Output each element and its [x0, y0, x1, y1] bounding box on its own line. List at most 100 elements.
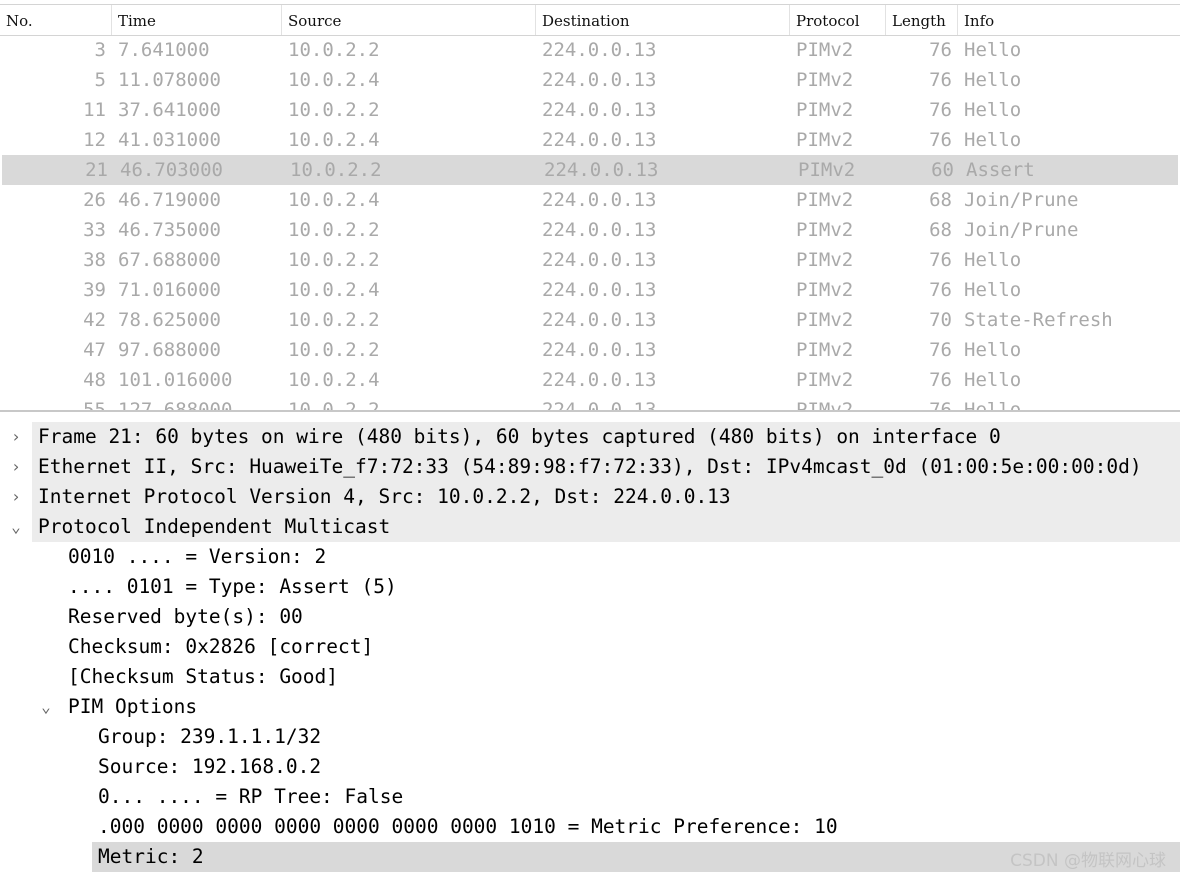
cell-no: 33 — [83, 219, 106, 241]
cell-length: 76 — [929, 39, 952, 61]
cell-info: Hello — [964, 69, 1022, 91]
tree-item-pim-checksum-status[interactable]: [Checksum Status: Good] — [0, 662, 1180, 692]
cell-info: Assert — [966, 159, 1035, 181]
packet-details-pane[interactable]: › Frame 21: 60 bytes on wire (480 bits),… — [0, 422, 1180, 877]
cell-info: Hello — [964, 279, 1022, 301]
packet-list-pane[interactable]: No. Time Source Destination Protocol Len… — [0, 0, 1180, 412]
cell-no: 12 — [83, 129, 106, 151]
column-header-length[interactable]: Length — [886, 5, 958, 35]
tree-item-ethernet[interactable]: › Ethernet II, Src: HuaweiTe_f7:72:33 (5… — [0, 452, 1180, 482]
cell-info: Hello — [964, 39, 1022, 61]
chevron-right-icon[interactable]: › — [8, 452, 24, 482]
column-header-time[interactable]: Time — [112, 5, 282, 35]
tree-item-label: .000 0000 0000 0000 0000 0000 0000 1010 … — [98, 815, 838, 838]
tree-item-frame[interactable]: › Frame 21: 60 bytes on wire (480 bits),… — [0, 422, 1180, 452]
column-header-info[interactable]: Info — [958, 5, 1180, 35]
tree-item-pim-type[interactable]: .... 0101 = Type: Assert (5) — [0, 572, 1180, 602]
cell-protocol: PIMv2 — [796, 339, 854, 361]
cell-protocol: PIMv2 — [796, 309, 854, 331]
cell-protocol: PIMv2 — [796, 39, 854, 61]
cell-length: 76 — [929, 399, 952, 412]
cell-length: 70 — [929, 309, 952, 331]
cell-protocol: PIMv2 — [796, 69, 854, 91]
cell-protocol: PIMv2 — [796, 219, 854, 241]
packet-row[interactable]: 33 46.735000 10.0.2.2 224.0.0.13 PIMv2 68 Join… — [0, 215, 1180, 245]
tree-item-label: Ethernet II, Src: HuaweiTe_f7:72:33 (54:… — [32, 452, 1180, 482]
cell-destination: 224.0.0.13 — [542, 189, 657, 211]
tree-item-option-group[interactable]: Group: 239.1.1.1/32 — [0, 722, 1180, 752]
tree-item-pim-version[interactable]: 0010 .... = Version: 2 — [0, 542, 1180, 572]
cell-source: 10.0.2.2 — [288, 99, 380, 121]
cell-time: 7.641000 — [118, 39, 210, 61]
cell-destination: 224.0.0.13 — [542, 339, 657, 361]
column-header-protocol[interactable]: Protocol — [790, 5, 886, 35]
cell-info: Hello — [964, 369, 1022, 391]
cell-source: 10.0.2.2 — [288, 399, 380, 412]
tree-item-label: Protocol Independent Multicast — [32, 512, 1180, 542]
packet-row[interactable]: 5 11.078000 10.0.2.4 224.0.0.13 PIMv2 76 Hello — [0, 65, 1180, 95]
cell-no: 47 — [83, 339, 106, 361]
tree-item-option-source[interactable]: Source: 192.168.0.2 — [0, 752, 1180, 782]
packet-row[interactable]: 48 101.016000 10.0.2.4 224.0.0.13 PIMv2 76 Hel… — [0, 365, 1180, 395]
chevron-right-icon[interactable]: › — [8, 482, 24, 512]
packet-row[interactable]: 12 41.031000 10.0.2.4 224.0.0.13 PIMv2 76 Hell… — [0, 125, 1180, 155]
packet-row[interactable]: 42 78.625000 10.0.2.2 224.0.0.13 PIMv2 70 Stat… — [0, 305, 1180, 335]
cell-no: 55 — [83, 399, 106, 412]
tree-item-label: Frame 21: 60 bytes on wire (480 bits), 6… — [32, 422, 1180, 452]
cell-length: 76 — [929, 99, 952, 121]
cell-destination: 224.0.0.13 — [542, 399, 657, 412]
chevron-down-icon[interactable]: ⌄ — [8, 512, 24, 542]
cell-destination: 224.0.0.13 — [542, 219, 657, 241]
column-header-source[interactable]: Source — [282, 5, 536, 35]
cell-no: 38 — [83, 249, 106, 271]
tree-item-label: Source: 192.168.0.2 — [98, 755, 322, 778]
packet-list-body: 3 7.641000 10.0.2.2 224.0.0.13 PIMv2 76 Hello 5… — [0, 35, 1180, 412]
packet-row[interactable]: 26 46.719000 10.0.2.4 224.0.0.13 PIMv2 68 Join… — [0, 185, 1180, 215]
chevron-down-icon[interactable]: ⌄ — [38, 692, 54, 722]
tree-item-option-metric[interactable]: Metric: 2 — [0, 842, 1180, 872]
cell-source: 10.0.2.2 — [288, 309, 380, 331]
column-header-destination[interactable]: Destination — [536, 5, 790, 35]
tree-item-option-metric-preference[interactable]: .000 0000 0000 0000 0000 0000 0000 1010 … — [0, 812, 1180, 842]
cell-source: 10.0.2.2 — [290, 159, 382, 181]
cell-time: 46.735000 — [118, 219, 221, 241]
cell-length: 60 — [931, 159, 954, 181]
cell-time: 11.078000 — [118, 69, 221, 91]
cell-time: 97.688000 — [118, 339, 221, 361]
tree-item-label: .... 0101 = Type: Assert (5) — [68, 575, 397, 598]
tree-item-label: Checksum: 0x2826 [correct] — [68, 635, 374, 658]
cell-no: 39 — [83, 279, 106, 301]
tree-item-ip[interactable]: › Internet Protocol Version 4, Src: 10.0… — [0, 482, 1180, 512]
cell-length: 68 — [929, 219, 952, 241]
tree-item-pim[interactable]: ⌄ Protocol Independent Multicast — [0, 512, 1180, 542]
tree-item-option-rp-tree[interactable]: 0... .... = RP Tree: False — [0, 782, 1180, 812]
cell-destination: 224.0.0.13 — [542, 279, 657, 301]
cell-source: 10.0.2.2 — [288, 39, 380, 61]
cell-destination: 224.0.0.13 — [542, 99, 657, 121]
cell-no: 21 — [85, 159, 108, 181]
packet-row-selected[interactable]: 21 46.703000 10.0.2.2 224.0.0.13 PIMv2 60 Asse… — [2, 155, 1178, 185]
tree-item-pim-checksum[interactable]: Checksum: 0x2826 [correct] — [0, 632, 1180, 662]
cell-destination: 224.0.0.13 — [542, 129, 657, 151]
packet-row[interactable]: 47 97.688000 10.0.2.2 224.0.0.13 PIMv2 76 Hell… — [0, 335, 1180, 365]
column-header-no[interactable]: No. — [0, 5, 112, 35]
cell-source: 10.0.2.4 — [288, 279, 380, 301]
tree-item-pim-reserved[interactable]: Reserved byte(s): 00 — [0, 602, 1180, 632]
tree-item-label: PIM Options — [68, 695, 198, 718]
cell-info: Join/Prune — [964, 219, 1079, 241]
chevron-right-icon[interactable]: › — [8, 422, 24, 452]
cell-protocol: PIMv2 — [796, 399, 854, 412]
cell-time: 46.703000 — [120, 159, 223, 181]
tree-item-label: Group: 239.1.1.1/32 — [98, 725, 322, 748]
packet-row[interactable]: 11 37.641000 10.0.2.2 224.0.0.13 PIMv2 76 Hell… — [0, 95, 1180, 125]
cell-source: 10.0.2.4 — [288, 369, 380, 391]
packet-row[interactable]: 55 127.688000 10.0.2.2 224.0.0.13 PIMv2 76 Hel… — [0, 395, 1180, 412]
cell-protocol: PIMv2 — [796, 99, 854, 121]
tree-item-label: [Checksum Status: Good] — [68, 665, 339, 688]
packet-row[interactable]: 3 7.641000 10.0.2.2 224.0.0.13 PIMv2 76 Hello — [0, 35, 1180, 65]
cell-time: 37.641000 — [118, 99, 221, 121]
tree-item-pim-options[interactable]: ⌄ PIM Options — [0, 692, 1180, 722]
packet-row[interactable]: 38 67.688000 10.0.2.2 224.0.0.13 PIMv2 76 Hell… — [0, 245, 1180, 275]
packet-row[interactable]: 39 71.016000 10.0.2.4 224.0.0.13 PIMv2 76 Hell… — [0, 275, 1180, 305]
cell-length: 76 — [929, 339, 952, 361]
